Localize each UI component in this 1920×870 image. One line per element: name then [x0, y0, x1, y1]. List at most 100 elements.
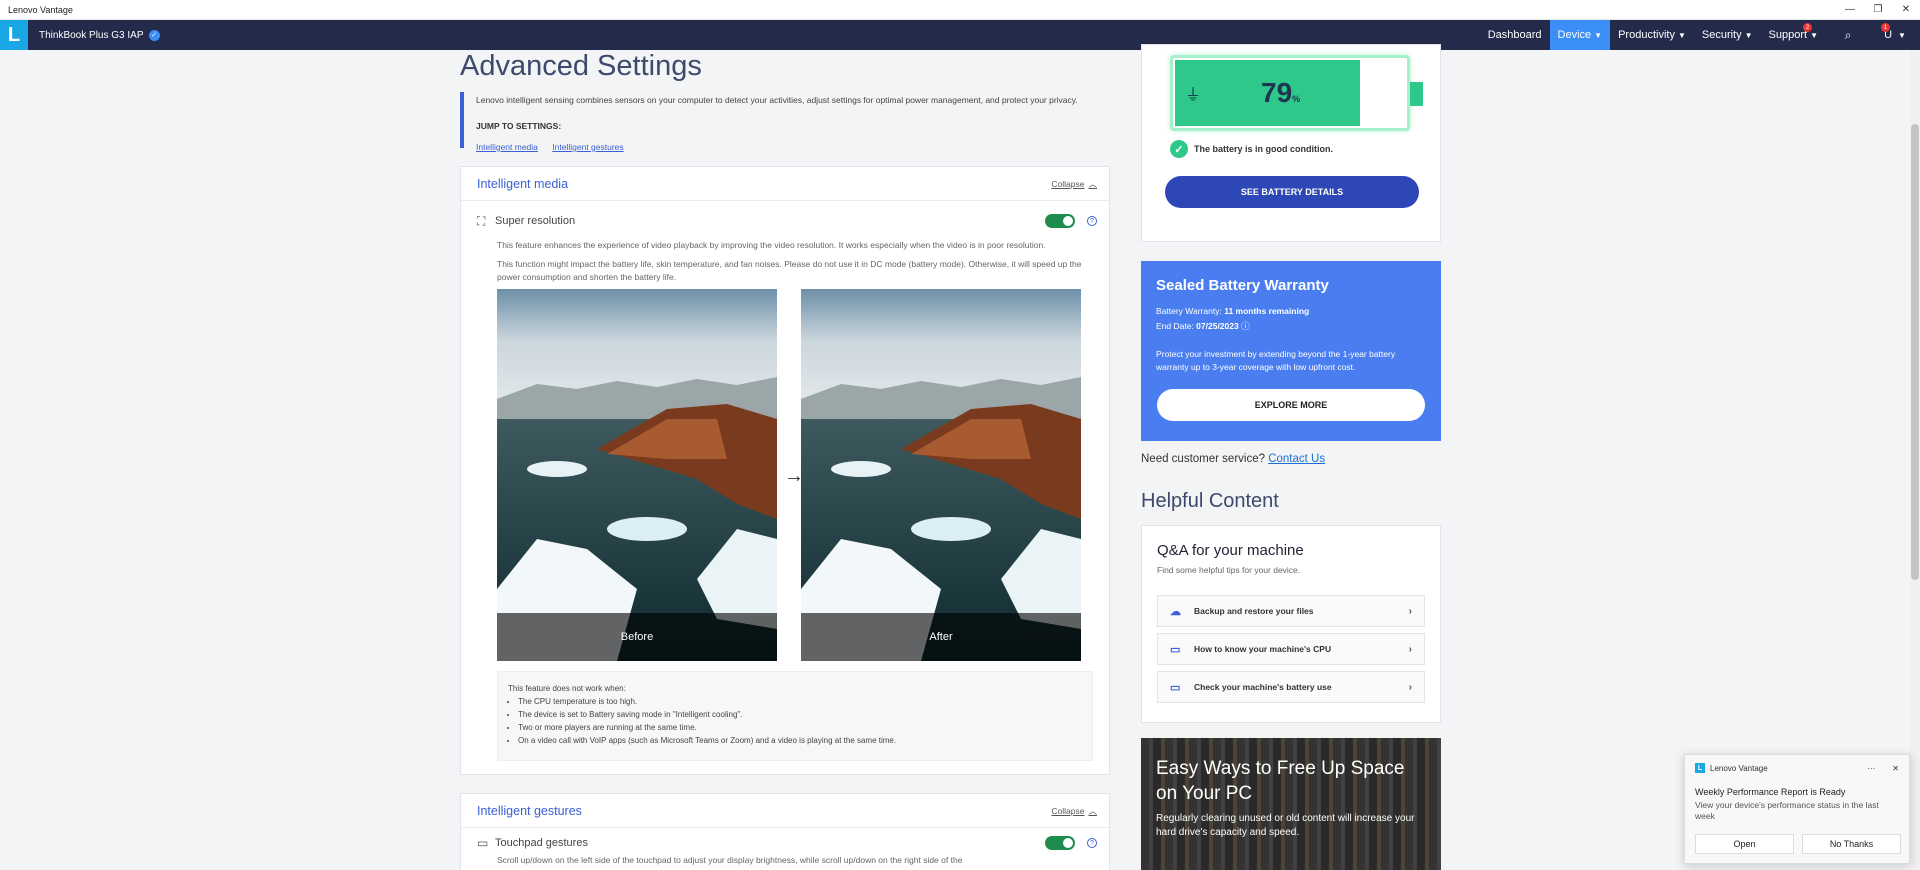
search-icon[interactable]: ⌕ [1826, 20, 1870, 50]
chevron-right-icon: › [1408, 681, 1412, 693]
advanced-settings-column: Advanced Settings Lenovo intelligent sen… [460, 50, 1110, 870]
super-resolution-label: Super resolution [495, 215, 576, 227]
close-icon[interactable]: ✕ [1892, 764, 1899, 773]
user-menu[interactable]: U ▼ 1 [1870, 20, 1920, 50]
chevron-down-icon: ▼ [1594, 30, 1603, 40]
support-badge: 2 [1803, 23, 1812, 32]
battery-card: ⏚ 79% ✓ The battery is in good condition… [1141, 44, 1441, 242]
qa-item-battery[interactable]: ▭ Check your machine's battery use › [1157, 671, 1425, 703]
touchpad-gestures-desc: Scroll up/down on the left side of the t… [497, 855, 963, 865]
toast-body: View your device's performance status in… [1695, 800, 1879, 821]
intelligent-media-heading: Intelligent media [477, 176, 569, 191]
close-icon[interactable]: ✕ [1892, 0, 1920, 20]
super-resolution-desc: This feature enhances the experience of … [497, 240, 1046, 250]
after-image: After [801, 289, 1081, 661]
chevron-right-icon: › [1408, 643, 1412, 655]
battery-percent-value: 79 [1261, 77, 1293, 108]
contact-us-link[interactable]: Contact Us [1268, 453, 1325, 465]
battery-condition: ✓ The battery is in good condition. [1170, 140, 1333, 158]
before-caption: Before [497, 613, 777, 661]
restore-icon[interactable]: ❐ [1864, 0, 1892, 20]
toast-open-button[interactable]: Open [1695, 834, 1794, 854]
qa-item-backup[interactable]: ☁ Backup and restore your files › [1157, 595, 1425, 627]
nav-dashboard-label: Dashboard [1487, 29, 1542, 41]
battery-condition-text: The battery is in good condition. [1194, 144, 1333, 154]
nav-support[interactable]: Support ▼ 2 [1761, 20, 1826, 50]
see-battery-details-button[interactable]: SEE BATTERY DETAILS [1165, 176, 1419, 208]
super-resolution-warning: This function might impact the battery l… [497, 259, 1082, 282]
collapse-button[interactable]: Collapse ︿ [1051, 178, 1097, 190]
customer-service: Need customer service? Contact Us [1141, 453, 1325, 465]
nav-productivity[interactable]: Productivity ▼ [1610, 20, 1694, 50]
before-image: Before [497, 289, 777, 661]
nav-security[interactable]: Security ▼ [1694, 20, 1761, 50]
help-icon[interactable]: ? [1087, 838, 1097, 848]
lenovo-logo-icon: L [1695, 763, 1705, 773]
intelligent-gestures-heading: Intelligent gestures [477, 803, 582, 818]
qa-item-label: Check your machine's battery use [1194, 682, 1332, 692]
super-resolution-toggle[interactable] [1045, 214, 1075, 228]
chevron-up-icon: ︿ [1088, 805, 1097, 816]
jump-link-intelligent-gestures[interactable]: Intelligent gestures [552, 142, 623, 152]
scrollbar[interactable] [1910, 50, 1920, 870]
qa-item-cpu[interactable]: ▭ How to know your machine's CPU › [1157, 633, 1425, 665]
nav-device[interactable]: Device ▼ [1549, 20, 1611, 50]
user-badge: 1 [1881, 23, 1890, 32]
toast-app-name: Lenovo Vantage [1710, 763, 1768, 773]
touchpad-icon: ▭ [477, 836, 489, 850]
collapse-button[interactable]: Collapse ︿ [1051, 805, 1097, 817]
nav-security-label: Security [1701, 29, 1742, 41]
touchpad-gestures-label: Touchpad gestures [495, 837, 588, 849]
chevron-down-icon: ▼ [1898, 30, 1906, 40]
limitations-box: This feature does not work when: The CPU… [497, 671, 1093, 761]
super-resolution-icon: ⛶ [477, 213, 486, 228]
toast-dismiss-button[interactable]: No Thanks [1802, 834, 1901, 854]
qa-subtitle: Find some helpful tips for your device. [1157, 565, 1301, 575]
lenovo-logo[interactable]: L [0, 20, 28, 50]
info-icon[interactable]: ⓘ [1241, 321, 1250, 331]
limitation-item: The CPU temperature is too high. [518, 695, 1082, 708]
minimize-icon[interactable]: — [1836, 0, 1864, 20]
jump-link-intelligent-media[interactable]: Intelligent media [476, 142, 538, 152]
warranty-remaining: Battery Warranty: 11 months remaining [1156, 306, 1426, 316]
page-title: Advanced Settings [460, 50, 702, 82]
scrollbar-thumb[interactable] [1911, 124, 1919, 580]
laptop-icon: ▭ [1170, 643, 1181, 656]
qa-item-label: Backup and restore your files [1194, 606, 1314, 616]
nav-support-label: Support [1768, 29, 1808, 41]
explore-more-button[interactable]: EXPLORE MORE [1157, 389, 1425, 421]
jump-label: JUMP TO SETTINGS: [476, 121, 562, 131]
limitation-item: On a video call with VoIP apps (such as … [518, 734, 1082, 747]
chevron-down-icon: ▼ [1677, 30, 1686, 40]
verified-icon: ✓ [148, 29, 160, 41]
intro-box: Lenovo intelligent sensing combines sens… [460, 92, 1110, 152]
more-icon[interactable]: ··· [1867, 764, 1875, 773]
comparison-images: Before → After [497, 289, 1093, 661]
after-caption: After [801, 613, 1081, 661]
notification-toast: L Lenovo Vantage ··· ✕ Weekly Performanc… [1684, 754, 1910, 864]
battery-percent-unit: % [1292, 94, 1301, 104]
nav-dashboard[interactable]: Dashboard [1480, 20, 1550, 50]
warranty-remaining-label: Battery Warranty: [1156, 306, 1225, 316]
limitations-title: This feature does not work when: [508, 684, 626, 693]
limitation-item: The device is set to Battery saving mode… [518, 708, 1082, 721]
intelligent-gestures-card: Intelligent gestures Collapse ︿ ▭ Touchpa… [460, 793, 1110, 870]
window-title: Lenovo Vantage [8, 4, 73, 15]
qa-title: Q&A for your machine [1157, 542, 1304, 559]
customer-service-text: Need customer service? [1141, 453, 1269, 465]
check-icon: ✓ [1170, 140, 1188, 158]
intro-text: Lenovo intelligent sensing combines sens… [476, 95, 1078, 105]
warranty-end-date-label: End Date: [1156, 321, 1197, 331]
limitation-item: Two or more players are running at the s… [518, 721, 1082, 734]
chevron-right-icon: › [1408, 605, 1412, 617]
promo-title: Easy Ways to Free Up Space on Your PC [1156, 758, 1405, 804]
chevron-down-icon: ▼ [1744, 30, 1753, 40]
warranty-title: Sealed Battery Warranty [1156, 277, 1329, 294]
qa-item-label: How to know your machine's CPU [1194, 644, 1332, 654]
window-titlebar: Lenovo Vantage — ❐ ✕ [0, 0, 1920, 20]
battery-icon: ▭ [1170, 681, 1181, 694]
cloud-upload-icon: ☁ [1170, 605, 1181, 618]
touchpad-gestures-toggle[interactable] [1045, 836, 1075, 850]
help-icon[interactable]: ? [1087, 216, 1097, 226]
free-space-promo[interactable]: Easy Ways to Free Up Space on Your PC Re… [1141, 738, 1441, 870]
